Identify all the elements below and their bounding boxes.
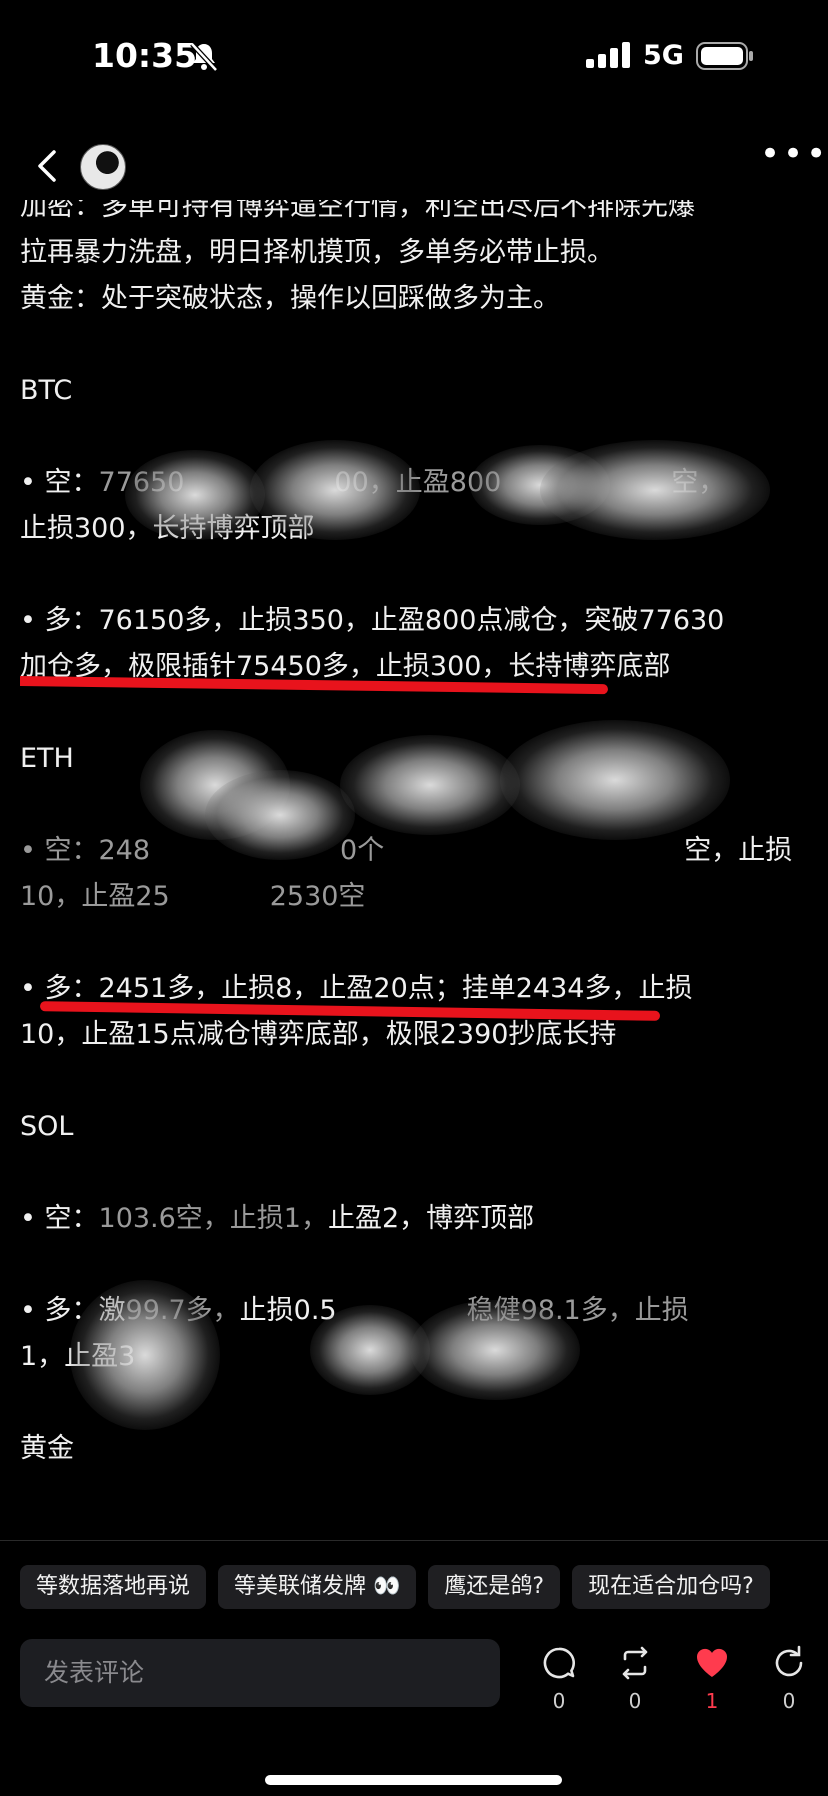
bell-muted-icon: [190, 42, 218, 72]
section-title-btc: BTC: [20, 375, 73, 406]
repost-button[interactable]: 0: [610, 1645, 660, 1713]
text-fragment: 103.6空，止损1，: [98, 1203, 328, 1234]
status-bar: 10:35 5G: [0, 0, 828, 110]
post-header: •••: [0, 130, 828, 200]
text-fragment: 0个: [340, 835, 385, 866]
suggestion-chips: 等数据落地再说 等美联储发牌 👀 鹰还是鸽? 现在适合加仓吗?: [20, 1565, 828, 1611]
text-fragment: 止盈2，博弈顶部: [328, 1203, 535, 1234]
home-indicator: [265, 1775, 562, 1785]
comment-button[interactable]: 0: [534, 1645, 584, 1713]
text-fragment: 10，止盈25: [20, 881, 170, 912]
repost-icon: [622, 1646, 648, 1680]
bottom-panel: 等数据落地再说 等美联储发牌 👀 鹰还是鸽? 现在适合加仓吗? 发表评论 0 0 1 …: [0, 1540, 828, 1796]
blur-smear: [410, 1300, 580, 1400]
text-fragment: • 空：: [20, 467, 99, 498]
share-button[interactable]: 0: [764, 1645, 814, 1713]
cellular-signal-icon: [586, 42, 630, 68]
comment-count: 0: [552, 1689, 566, 1713]
btc-long-line: • 多：76150多，止损350，止盈800点减仓，突破77630: [20, 605, 725, 636]
blur-smear: [500, 720, 730, 840]
blur-smear: [125, 450, 265, 540]
like-button[interactable]: 1: [687, 1645, 737, 1713]
post-line: 拉再暴力洗盘，明日择机摸顶，多单务必带止损。: [20, 237, 614, 268]
suggestion-chip[interactable]: 等美联储发牌 👀: [218, 1565, 417, 1609]
text-fragment: 空，止损: [684, 835, 793, 866]
heart-icon: [696, 1648, 728, 1677]
section-title-gold: 黄金: [20, 1433, 74, 1464]
eth-short-line: • 空：248 0个 空，止损: [20, 828, 810, 874]
network-type: 5G: [643, 40, 684, 71]
blur-smear: [340, 735, 520, 835]
post-content: 加密：多单可持有博弈逼空行情，利空出尽后不排除先爆 拉再暴力洗盘，明日择机摸顶，…: [20, 200, 810, 1530]
repost-count: 0: [628, 1689, 642, 1713]
author-avatar[interactable]: [80, 144, 126, 190]
blur-smear: [205, 770, 355, 860]
sol-short-line: • 空：103.6空，止损1，止盈2，博弈顶部: [20, 1196, 810, 1242]
eth-long-line: 10，止盈15点减仓博弈底部，极限2390抄底长持: [20, 1019, 617, 1050]
text-fragment: • 空：248: [20, 835, 151, 866]
battery-icon: [696, 42, 753, 70]
share-count: 0: [782, 1689, 796, 1713]
text-fragment: 2530空: [269, 881, 366, 912]
blur-smear: [250, 440, 420, 540]
comment-bubble-icon: [543, 1647, 575, 1679]
post-line: 黄金：处于突破状态，操作以回踩做多为主。: [20, 283, 560, 314]
status-time: 10:35: [92, 36, 198, 75]
back-arrow-icon[interactable]: [28, 146, 68, 186]
suggestion-chip[interactable]: 现在适合加仓吗?: [572, 1565, 770, 1609]
suggestion-chip[interactable]: 鹰还是鸽?: [428, 1565, 561, 1609]
blur-smear: [70, 1280, 220, 1430]
more-options-icon[interactable]: •••: [760, 134, 828, 174]
suggestion-chip[interactable]: 等数据落地再说: [20, 1565, 207, 1609]
section-title-sol: SOL: [20, 1111, 74, 1142]
post-line: 加密：多单可持有博弈逼空行情，利空出尽后不排除先爆: [20, 200, 695, 222]
text-fragment: • 空：: [20, 1203, 99, 1234]
comment-input[interactable]: 发表评论: [20, 1639, 500, 1707]
eth-short-line-2: 10，止盈25 2530空: [20, 874, 810, 920]
like-count: 1: [705, 1689, 719, 1713]
share-icon: [775, 1645, 803, 1677]
blur-smear: [540, 440, 770, 540]
